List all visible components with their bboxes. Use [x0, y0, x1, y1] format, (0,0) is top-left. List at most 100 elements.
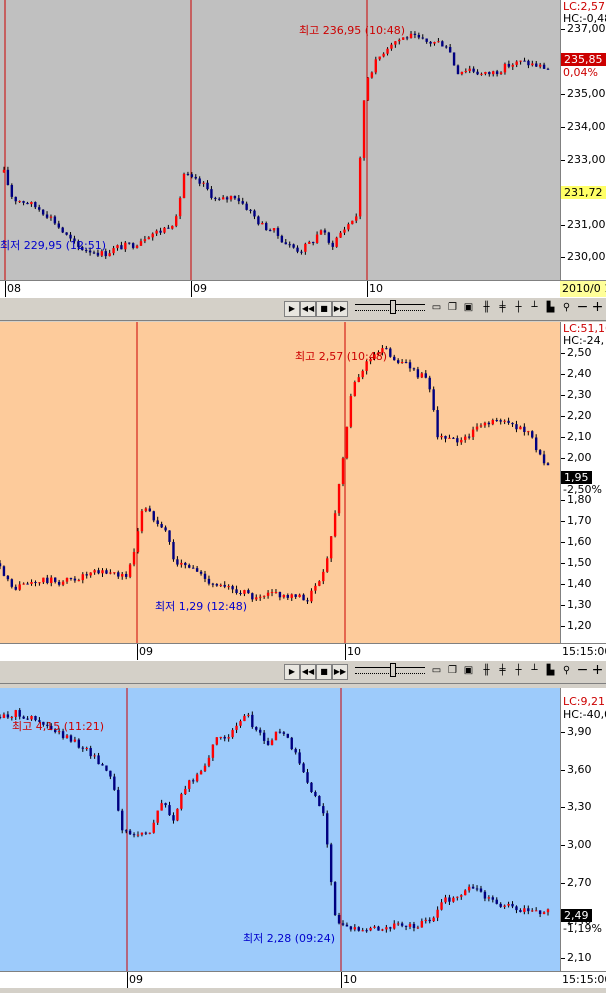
chart-panel-1[interactable]: 최고 236,95 (10:48) 최저 229,95 (12:51) LC:2… — [0, 0, 606, 297]
candle — [358, 156, 362, 220]
y-tick-label: 1,40 — [567, 577, 592, 591]
candle — [140, 508, 144, 534]
candle — [302, 762, 305, 773]
cascade-icon[interactable]: ❐ — [446, 301, 459, 314]
window-icon[interactable]: ▭ — [430, 301, 443, 314]
y-tick-label: 1,50 — [567, 556, 592, 570]
stop-button[interactable]: ■ — [316, 301, 332, 317]
y-tick-mark — [561, 807, 565, 809]
y-tick-mark — [561, 374, 565, 376]
chart-icon-2[interactable]: ┴ — [528, 664, 541, 677]
y-tick-mark — [561, 257, 565, 259]
y-tick-mark — [561, 224, 565, 226]
low-label-3: 최저 2,28 (09:24) — [243, 932, 336, 945]
candle — [374, 56, 377, 75]
bar-chart-icon[interactable]: ▙ — [544, 301, 557, 314]
zoom-out-bar-icon-2[interactable]: ╪ — [496, 664, 509, 677]
y-tick-label: 3,60 — [567, 762, 592, 776]
candle — [286, 733, 289, 739]
y-tick-mark — [561, 584, 565, 586]
y-tick-label: 1,70 — [567, 514, 592, 528]
search-icon-2[interactable]: ⚲ — [560, 664, 573, 677]
x-axis-1: 08 09 10 — [0, 280, 560, 297]
y-tick-label: 235,00 — [567, 87, 606, 101]
candle — [335, 236, 338, 248]
rewind-button[interactable]: ◀◀ — [300, 301, 316, 317]
chart-icon[interactable]: ┴ — [528, 301, 541, 314]
bars-icon[interactable]: ┼ — [512, 301, 525, 314]
y-tick-mark — [561, 626, 565, 628]
bar-chart-icon-2[interactable]: ▙ — [544, 664, 557, 677]
rewind-button-2[interactable]: ◀◀ — [300, 664, 316, 680]
price-chart-2[interactable] — [0, 322, 560, 643]
x-axis-2: 09 10 — [0, 643, 560, 660]
y-tick-mark — [561, 159, 565, 161]
scroll-slider[interactable] — [390, 300, 396, 314]
time-label-2: 15:15:00 — [560, 643, 606, 660]
minus-icon-2[interactable]: − — [576, 663, 589, 677]
plot-area-3[interactable]: 최고 4,15 (11:21) 최저 2,28 (09:24) — [0, 688, 560, 971]
candle — [349, 393, 353, 429]
stop-button-2[interactable]: ■ — [316, 664, 332, 680]
y-tick-mark — [561, 94, 565, 96]
y-tick-mark — [561, 29, 565, 31]
plot-area-1[interactable]: 최고 236,95 (10:48) 최저 229,95 (12:51) — [0, 0, 560, 280]
fast-forward-button-2[interactable]: ▶▶ — [332, 664, 348, 680]
y-tick-label: 1,60 — [567, 535, 592, 549]
candle — [329, 536, 333, 563]
y-tick-label: 3,00 — [567, 838, 592, 852]
candle — [175, 214, 178, 228]
y-tick-label: 237,00 — [567, 22, 606, 36]
candle — [105, 765, 108, 772]
candle — [531, 430, 534, 439]
play-button-2[interactable]: ▶ — [284, 664, 300, 680]
last-value-1: 235,85 — [561, 53, 606, 66]
tile-icon[interactable]: ▣ — [462, 301, 475, 314]
bars-icon-2[interactable]: ┼ — [512, 664, 525, 677]
scroll-slider-2[interactable] — [390, 663, 396, 677]
candle — [310, 782, 313, 793]
toolbar-2: ▶ ◀◀ ■ ▶▶ ▭ ❐ ▣ ╫ ╪ ┼ ┴ ▙ ⚲ − + — [0, 660, 606, 684]
candle — [280, 234, 284, 243]
plus-icon[interactable]: + — [591, 300, 604, 314]
zoom-out-bar-icon[interactable]: ╪ — [496, 301, 509, 314]
time-label-3: 15:15:00 — [560, 971, 606, 988]
plot-background — [0, 0, 560, 280]
chart-panel-3[interactable]: 최고 4,15 (11:21) 최저 2,28 (09:24) LC:9,21 … — [0, 688, 606, 993]
zoom-in-bar-icon-2[interactable]: ╫ — [480, 664, 493, 677]
candle — [2, 565, 6, 577]
y-axis-3: LC:9,21 HC:-40,0 3,90 3,60 3,30 3,00 2,70 2,4… — [560, 688, 606, 971]
x-label-2-0: 09 — [139, 645, 153, 658]
low-label-1: 최저 229,95 (12:51) — [0, 239, 107, 252]
last-value-3: 2,49 — [561, 909, 592, 922]
y-tick-label: 2,10 — [567, 951, 592, 965]
candle — [353, 380, 357, 397]
candle — [180, 792, 183, 811]
window-icon-2[interactable]: ▭ — [430, 664, 443, 677]
chart-panel-2[interactable]: 최고 2,57 (10:48) 최저 1,29 (12:48) LC:51,16… — [0, 322, 606, 660]
y-tick-label: 1,20 — [567, 619, 592, 633]
y-tick-mark — [561, 416, 565, 418]
y-tick-mark — [561, 437, 565, 439]
search-icon[interactable]: ⚲ — [560, 301, 573, 314]
candle — [366, 77, 370, 102]
plot-area-2[interactable]: 최고 2,57 (10:48) 최저 1,29 (12:48) — [0, 322, 560, 643]
tile-icon-2[interactable]: ▣ — [462, 664, 475, 677]
cascade-icon-2[interactable]: ❐ — [446, 664, 459, 677]
play-button[interactable]: ▶ — [284, 301, 300, 317]
candle — [370, 71, 374, 79]
toolbar-1: ▶ ◀◀ ■ ▶▶ ▭ ❐ ▣ ╫ ╪ ┼ ┴ ▙ ⚲ − + — [0, 297, 606, 321]
candle — [178, 196, 182, 220]
zoom-in-bar-icon[interactable]: ╫ — [480, 301, 493, 314]
plus-icon-2[interactable]: + — [591, 663, 604, 677]
header-hc-3: HC:-40,0 — [563, 708, 606, 721]
price-chart-1[interactable] — [0, 0, 560, 280]
fast-forward-button[interactable]: ▶▶ — [332, 301, 348, 317]
minus-icon[interactable]: − — [576, 300, 589, 314]
candle — [333, 881, 337, 917]
candle — [326, 556, 329, 573]
candle — [333, 510, 337, 538]
y-tick-label: 230,00 — [567, 250, 606, 264]
y-tick-mark — [561, 353, 565, 355]
y-axis-1: LC:2,57 HC:-0,48 237,00236,00235,00234,0… — [560, 0, 606, 280]
